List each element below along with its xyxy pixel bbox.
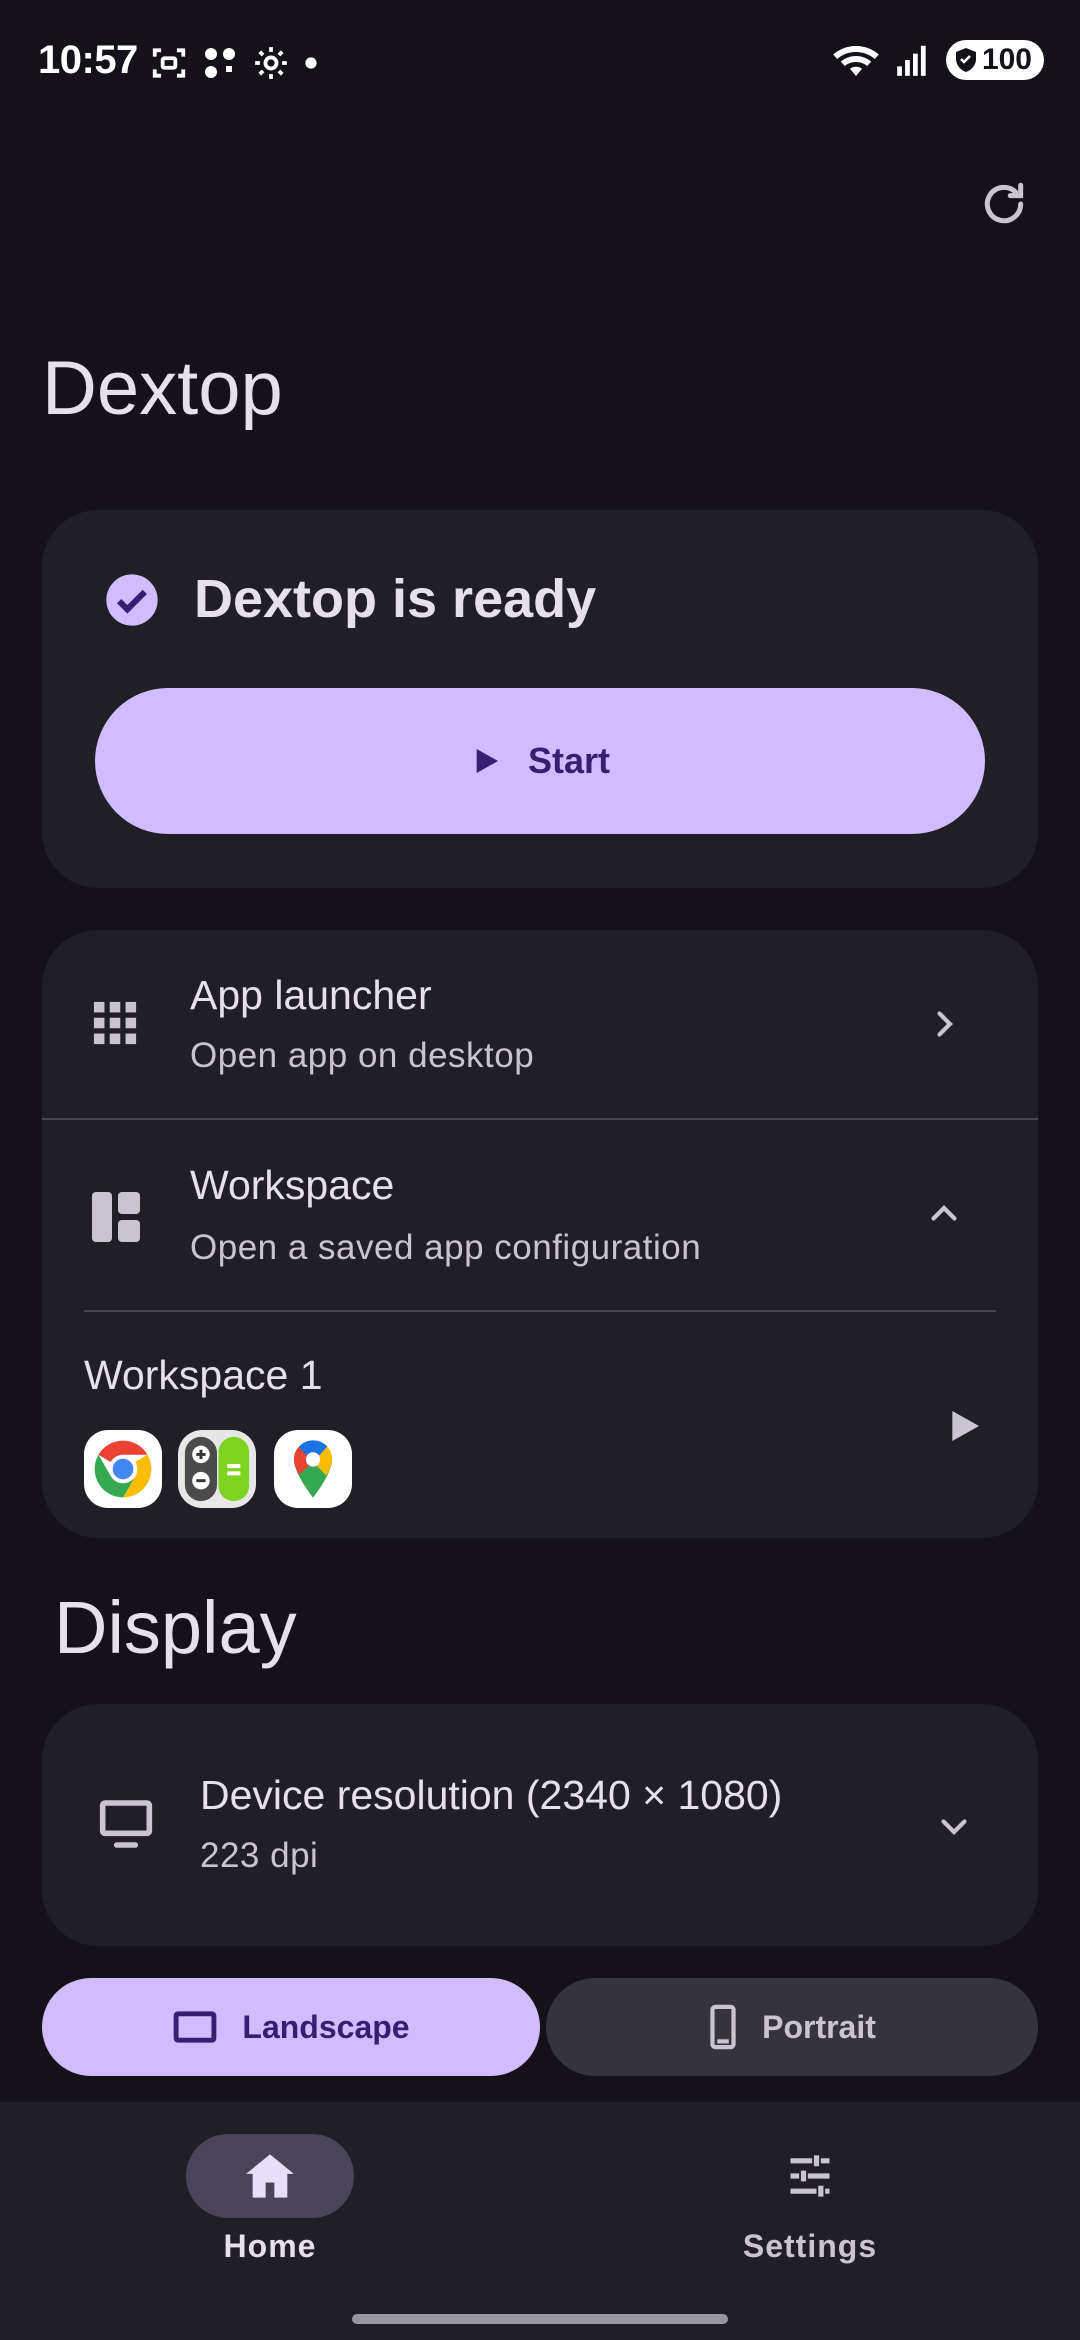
workspace-subtitle: Open a saved app configuration <box>190 1228 702 1267</box>
home-icon <box>246 2154 294 2198</box>
status-system-icons: 100 <box>832 40 1044 80</box>
chevron-right-icon <box>926 1004 962 1049</box>
dashboard-icon <box>92 1192 140 1247</box>
calculator-icon <box>178 1430 256 1508</box>
maps-icon <box>274 1430 352 1508</box>
workspace-title: Workspace <box>190 1162 395 1208</box>
divider <box>84 1310 996 1312</box>
start-button[interactable]: Start <box>95 688 985 834</box>
display-section-title: Display <box>54 1586 297 1669</box>
check-circle-icon <box>104 572 160 633</box>
page-title: Dextop <box>42 346 283 431</box>
resolution-title: Device resolution (2340 × 1080) <box>200 1772 783 1818</box>
nav-settings[interactable] <box>726 2134 894 2218</box>
refresh-button[interactable] <box>968 168 1040 240</box>
nav-home[interactable] <box>186 2134 354 2218</box>
gear-icon <box>255 47 287 79</box>
shield-icon <box>955 48 976 72</box>
play-icon <box>476 749 498 773</box>
phone-icon <box>710 2004 736 2050</box>
landscape-button[interactable]: Landscape <box>42 1978 540 2076</box>
refresh-icon <box>984 182 1024 224</box>
app-launcher-row[interactable] <box>42 930 1038 1118</box>
nav-settings-label[interactable]: Settings <box>700 2228 920 2265</box>
status-notification-icons <box>150 44 318 82</box>
screenshot-icon <box>152 48 186 78</box>
chevron-down-icon <box>934 1808 974 1849</box>
portrait-button[interactable]: Portrait <box>546 1978 1038 2076</box>
play-icon <box>952 1411 979 1441</box>
portrait-label: Portrait <box>762 2008 876 2045</box>
tune-icon <box>790 2155 830 2197</box>
landscape-label: Landscape <box>242 2008 410 2045</box>
apps-grid-icon <box>205 48 235 78</box>
landscape-icon <box>174 2011 217 2043</box>
gesture-home-indicator[interactable] <box>352 2314 728 2324</box>
battery-level: 100 <box>981 43 1032 76</box>
workspace-play-button[interactable] <box>944 1404 984 1453</box>
start-button-label: Start <box>527 740 611 781</box>
chevron-up-icon <box>924 1196 964 1237</box>
nav-home-label[interactable]: Home <box>186 2228 354 2265</box>
status-time: 10:57 <box>38 38 138 82</box>
workspace-row[interactable] <box>42 1120 1038 1310</box>
ready-status-text: Dextop is ready <box>194 569 597 629</box>
chrome-icon <box>84 1430 162 1508</box>
monitor-icon <box>98 1798 154 1855</box>
wifi-icon <box>833 46 879 76</box>
signal-icon <box>897 45 926 76</box>
battery-indicator: 100 <box>945 40 1044 80</box>
resolution-dpi: 223 dpi <box>200 1836 319 1875</box>
workspace-item-name: Workspace 1 <box>84 1352 323 1398</box>
bottom-navigation <box>0 2102 1080 2340</box>
app-launcher-title: App launcher <box>190 972 432 1018</box>
app-grid-icon <box>92 1000 138 1051</box>
dot-icon <box>305 57 317 69</box>
resolution-card[interactable] <box>42 1704 1038 1946</box>
app-launcher-subtitle: Open app on desktop <box>190 1036 535 1075</box>
